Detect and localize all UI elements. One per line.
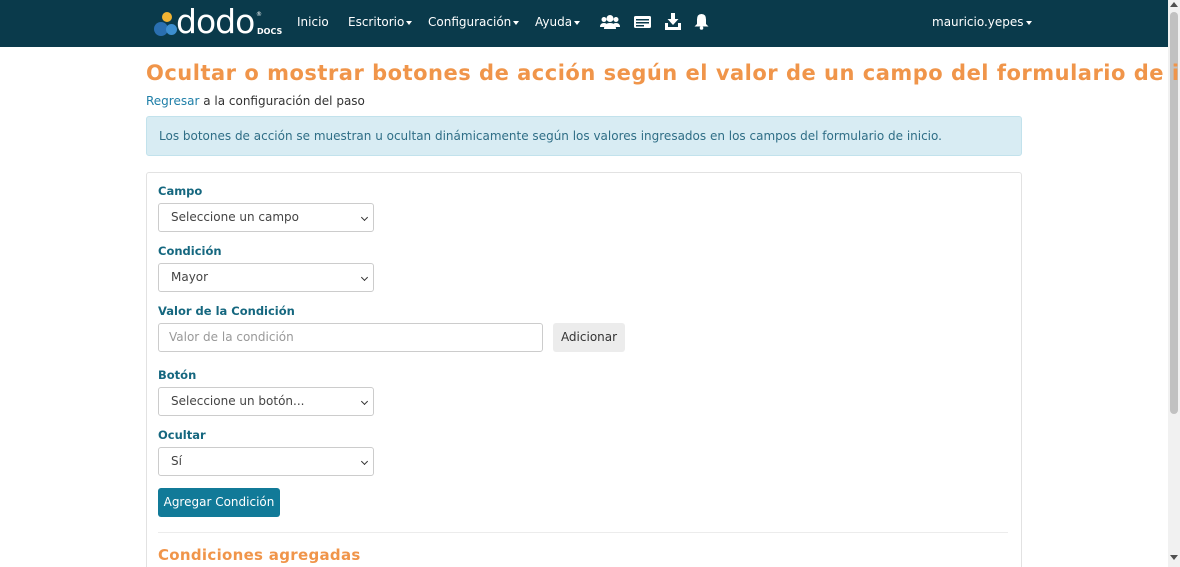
caret-down-icon	[574, 20, 581, 25]
nav-ayuda-label: Ayuda	[535, 15, 573, 29]
agregar-condicion-button[interactable]: Agregar Condición	[158, 488, 280, 517]
valor-condicion-input[interactable]: Valor de la condición	[158, 323, 543, 352]
logo-trademark: ®	[256, 11, 262, 18]
ocultar-label: Ocultar	[158, 428, 206, 442]
condicion-label: Condición	[158, 244, 222, 258]
caret-down-icon	[406, 20, 413, 25]
campo-label: Campo	[158, 184, 203, 198]
download-icon[interactable]	[665, 13, 681, 30]
valor-condicion-label: Valor de la Condición	[158, 304, 295, 318]
bell-icon[interactable]	[694, 13, 709, 30]
back-text: a la configuración del paso	[199, 94, 365, 108]
nav-configuracion[interactable]: Configuración	[428, 15, 520, 29]
campo-select-value: Seleccione un campo	[171, 210, 300, 224]
caret-down-icon	[513, 20, 520, 25]
id-card-icon[interactable]	[634, 15, 651, 29]
info-alert: Los botones de acción se muestran u ocul…	[146, 116, 1022, 156]
chevron-down-icon	[360, 213, 369, 222]
condiciones-agregadas-title: Condiciones agregadas	[158, 546, 361, 564]
boton-select-value: Seleccione un botón...	[171, 394, 305, 408]
nav-configuracion-label: Configuración	[428, 15, 512, 29]
user-name: mauricio.yepes	[932, 15, 1024, 29]
section-divider	[158, 532, 1008, 533]
scroll-down-arrow-icon[interactable]	[1170, 555, 1178, 560]
back-link[interactable]: Regresar	[146, 94, 199, 108]
nav-ayuda[interactable]: Ayuda	[535, 15, 581, 29]
chevron-down-icon	[360, 457, 369, 466]
nav-escritorio-label: Escritorio	[348, 15, 405, 29]
chevron-down-icon	[360, 273, 369, 282]
caret-down-icon	[1025, 20, 1032, 25]
scroll-up-arrow-icon[interactable]	[1170, 2, 1178, 7]
page-title: Ocultar o mostrar botones de acción segú…	[146, 61, 1180, 85]
ocultar-select-value: Sí	[171, 454, 182, 468]
ocultar-select[interactable]: Sí	[158, 447, 374, 476]
nav-escritorio[interactable]: Escritorio	[348, 15, 413, 29]
back-line: Regresar a la configuración del paso	[146, 94, 365, 108]
campo-select[interactable]: Seleccione un campo	[158, 203, 374, 232]
user-menu[interactable]: mauricio.yepes	[932, 15, 1032, 29]
adicionar-button[interactable]: Adicionar	[553, 323, 625, 352]
top-navbar: dodo ® DOCS Inicio Escritorio Configurac…	[0, 0, 1168, 47]
page-scrollbar[interactable]	[1168, 0, 1180, 567]
chevron-down-icon	[360, 397, 369, 406]
boton-label: Botón	[158, 368, 197, 382]
logo-docs-label: DOCS	[257, 27, 283, 36]
boton-select[interactable]: Seleccione un botón...	[158, 387, 374, 416]
nav-inicio-label: Inicio	[297, 15, 329, 29]
condicion-select[interactable]: Mayor	[158, 263, 374, 292]
users-icon[interactable]	[600, 14, 620, 30]
dodo-logo[interactable]: dodo ® DOCS	[152, 2, 282, 41]
logo-text: dodo	[176, 2, 255, 41]
condicion-select-value: Mayor	[171, 270, 209, 284]
nav-inicio[interactable]: Inicio	[297, 15, 329, 29]
